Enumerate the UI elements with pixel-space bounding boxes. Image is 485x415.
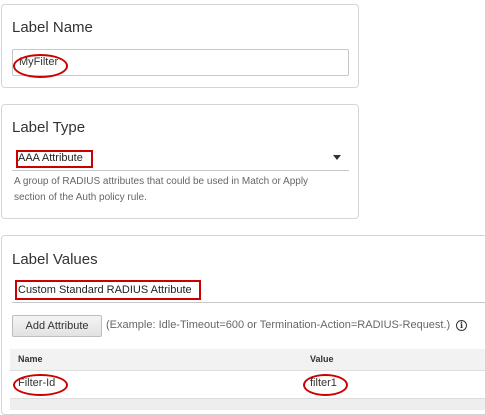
label-name-highlight: [13, 54, 68, 78]
help-text-line-2: section of the Auth policy rule.: [14, 192, 147, 203]
add-attribute-button[interactable]: Add Attribute: [12, 315, 102, 337]
label-type-title: Label Type: [12, 119, 86, 136]
chevron-down-icon[interactable]: [333, 155, 341, 160]
attribute-type-highlight: [15, 280, 201, 300]
attribute-name-highlight: [13, 374, 68, 396]
label-type-help-text: A group of RADIUS attributes that could …: [14, 174, 354, 206]
info-icon[interactable]: i: [456, 320, 467, 331]
attributes-table-header: Name Value: [10, 349, 485, 371]
table-row-empty: [10, 399, 485, 410]
label-name-panel: Label Name MyFilter: [1, 4, 359, 88]
table-row[interactable]: Filter-Id filter1: [10, 371, 485, 399]
label-type-panel: Label Type AAA Attribute A group of RADI…: [1, 104, 359, 219]
attribute-value-highlight: [303, 374, 348, 396]
column-header-name: Name: [18, 354, 43, 364]
example-text: (Example: Idle-Timeout=600 or Terminatio…: [106, 319, 451, 331]
help-text-line-1: A group of RADIUS attributes that could …: [14, 176, 309, 187]
label-type-highlight: [16, 150, 93, 168]
label-values-title: Label Values: [12, 251, 98, 268]
column-header-value: Value: [310, 354, 334, 364]
label-name-title: Label Name: [12, 19, 93, 36]
